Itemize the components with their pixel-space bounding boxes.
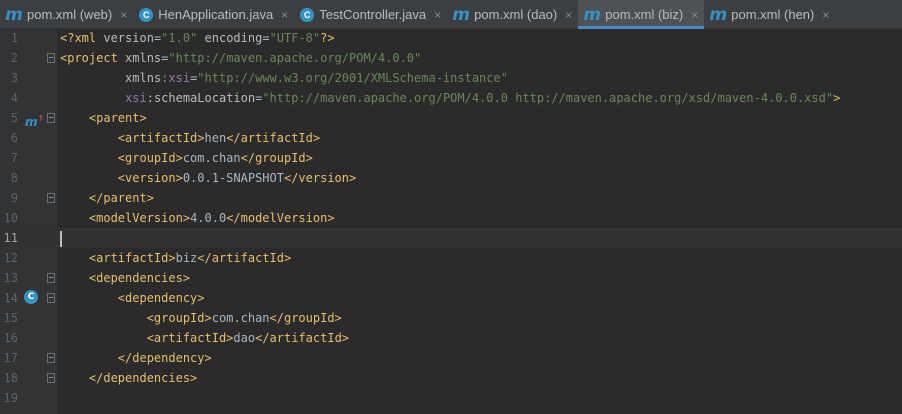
fold-icon[interactable]: [47, 273, 55, 283]
code-text: <artifactId>dao</artifactId>: [146, 331, 350, 345]
code-line[interactable]: 8 <version>0.0.1-SNAPSHOT</version>: [0, 168, 902, 188]
maven-icon: m: [583, 4, 602, 25]
code-text: <artifactId>hen</artifactId>: [117, 131, 321, 145]
line-number: 16: [3, 331, 18, 345]
tab-label: pom.xml (biz): [605, 7, 684, 22]
line-number: 3: [10, 71, 18, 85]
close-icon[interactable]: ×: [434, 8, 441, 22]
code-text: </parent>: [88, 191, 154, 205]
current-code-line[interactable]: 11: [0, 228, 902, 248]
line-number: 4: [10, 91, 18, 105]
code-line[interactable]: 12 <artifactId>biz</artifactId>: [0, 248, 902, 268]
line-number: 13: [3, 271, 18, 285]
code-text: <modelVersion>4.0.0</modelVersion>: [88, 211, 335, 225]
code-text: xsi:schemaLocation="http://maven.apache.…: [125, 91, 841, 105]
tab-label: pom.xml (web): [27, 7, 113, 22]
close-icon[interactable]: ×: [565, 8, 572, 22]
code-line[interactable]: 1 <?xml version="1.0" encoding="UTF-8"?>: [0, 28, 902, 48]
tab-pom-biz[interactable]: m pom.xml (biz) ×: [578, 0, 705, 29]
fold-icon[interactable]: [47, 113, 55, 123]
code-text: <artifactId>biz</artifactId>: [88, 251, 292, 265]
code-text: </dependencies>: [88, 371, 198, 385]
spring-class-icon: C: [139, 7, 154, 22]
line-number: 6: [10, 131, 18, 145]
fold-icon[interactable]: [47, 193, 55, 203]
code-line[interactable]: 17 </dependency>: [0, 348, 902, 368]
line-number: 10: [3, 211, 18, 225]
code-line[interactable]: 5 m↑ <parent>: [0, 108, 902, 129]
line-number: 14: [3, 291, 18, 305]
code-line[interactable]: 14 C <dependency>: [0, 288, 902, 308]
code-line[interactable]: 9 </parent>: [0, 188, 902, 208]
code-line[interactable]: 13 <dependencies>: [0, 268, 902, 288]
tab-test-controller[interactable]: C TestController.java ×: [294, 0, 447, 29]
line-number: 5: [10, 111, 18, 125]
line-number: 17: [3, 351, 18, 365]
code-line[interactable]: 4 xsi:schemaLocation="http://maven.apach…: [0, 88, 902, 108]
code-line[interactable]: 10 <modelVersion>4.0.0</modelVersion>: [0, 208, 902, 228]
maven-icon: m: [5, 4, 23, 25]
line-number: 2: [10, 51, 18, 65]
close-icon[interactable]: ×: [822, 8, 829, 22]
code-line[interactable]: 18 </dependencies>: [0, 368, 902, 388]
class-dependency-icon[interactable]: C: [24, 290, 38, 304]
close-icon[interactable]: ×: [691, 8, 698, 22]
tab-label: TestController.java: [319, 7, 427, 22]
code-text: <dependency>: [117, 291, 205, 305]
tab-hen-application[interactable]: C HenApplication.java ×: [133, 0, 294, 29]
code-text: <project xmlns="http://maven.apache.org/…: [60, 51, 422, 65]
line-number: 11: [3, 231, 18, 245]
tab-label: HenApplication.java: [158, 7, 274, 22]
line-number: 8: [10, 171, 18, 185]
maven-icon: m: [452, 4, 471, 25]
line-number: 12: [3, 251, 18, 265]
maven-icon: m: [709, 4, 728, 25]
tab-pom-web[interactable]: m pom.xml (web) ×: [0, 0, 133, 29]
fold-icon[interactable]: [47, 353, 55, 363]
tab-pom-dao[interactable]: m pom.xml (dao) ×: [447, 0, 578, 29]
text-caret: [60, 230, 62, 247]
line-number: 19: [3, 391, 18, 405]
code-line[interactable]: 15 <groupId>com.chan</groupId>: [0, 308, 902, 328]
line-number: 1: [10, 31, 18, 45]
code-text: <parent>: [88, 111, 147, 125]
tab-pom-hen[interactable]: m pom.xml (hen) ×: [704, 0, 835, 29]
code-editor[interactable]: 1 <?xml version="1.0" encoding="UTF-8"?>…: [0, 29, 902, 414]
code-text: xmlns:xsi="http://www.w3.org/2001/XMLSch…: [125, 71, 508, 85]
close-icon[interactable]: ×: [120, 8, 127, 22]
code-line[interactable]: 7 <groupId>com.chan</groupId>: [0, 148, 902, 168]
code-line[interactable]: 3 xmlns:xsi="http://www.w3.org/2001/XMLS…: [0, 68, 902, 88]
code-text: <version>0.0.1-SNAPSHOT</version>: [117, 171, 357, 185]
fold-icon[interactable]: [47, 373, 55, 383]
line-number: 7: [10, 151, 18, 165]
code-line[interactable]: 2 <project xmlns="http://maven.apache.or…: [0, 48, 902, 68]
code-text: <?xml version="1.0" encoding="UTF-8"?>: [60, 31, 335, 45]
fold-icon[interactable]: [47, 293, 55, 303]
code-text: <groupId>com.chan</groupId>: [117, 151, 313, 165]
code-text: <dependencies>: [88, 271, 191, 285]
code-line[interactable]: 6 <artifactId>hen</artifactId>: [0, 128, 902, 148]
line-number: 9: [10, 191, 18, 205]
code-text: </dependency>: [117, 351, 212, 365]
fold-icon[interactable]: [47, 53, 55, 63]
class-icon: C: [300, 7, 315, 22]
code-text: [60, 228, 62, 248]
close-icon[interactable]: ×: [281, 8, 288, 22]
code-line[interactable]: 16 <artifactId>dao</artifactId>: [0, 328, 902, 348]
code-line[interactable]: 19: [0, 388, 902, 408]
code-text: <groupId>com.chan</groupId>: [146, 311, 342, 325]
line-number: 18: [3, 371, 18, 385]
editor-tab-bar: m pom.xml (web) × C HenApplication.java …: [0, 0, 902, 29]
tab-label: pom.xml (dao): [474, 7, 558, 22]
line-number: 15: [3, 311, 18, 325]
tab-label: pom.xml (hen): [731, 7, 815, 22]
